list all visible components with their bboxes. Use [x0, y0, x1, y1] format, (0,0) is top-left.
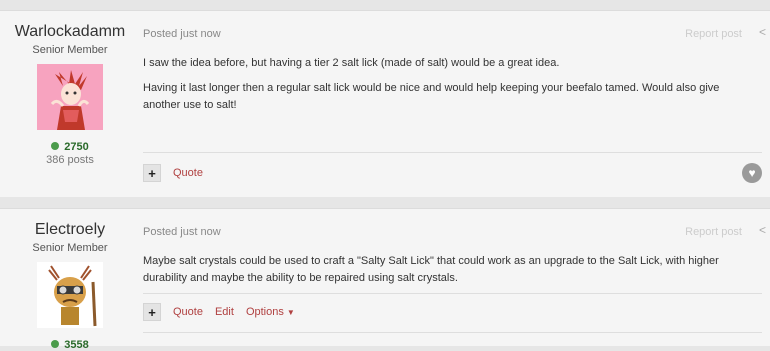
author-rank: Senior Member [32, 242, 108, 254]
post-timestamp[interactable]: Posted just now [143, 226, 770, 238]
multiquote-button[interactable]: + [143, 164, 161, 182]
reputation-value: 3558 [64, 339, 89, 351]
multiquote-button[interactable]: + [143, 303, 161, 321]
divider [143, 152, 762, 153]
options-label: Options [245, 306, 284, 318]
reputation-value: 2750 [64, 141, 89, 153]
post-controls: + Quote Edit Options ▼ [143, 303, 307, 321]
paragraph: Having it last longer then a regular sal… [143, 82, 720, 111]
plus-circle-icon [51, 340, 60, 348]
quote-button[interactable]: Quote [173, 306, 203, 318]
post-count: 386 posts [46, 154, 94, 166]
post-content: Posted just now Maybe salt crystals coul… [143, 209, 770, 295]
plus-circle-icon [51, 142, 60, 150]
share-icon[interactable]: < [759, 223, 766, 237]
divider [143, 293, 762, 294]
paragraph: I saw the idea before, but having a tier… [143, 57, 560, 69]
report-post-link[interactable]: Report post [685, 226, 742, 238]
share-icon[interactable]: < [759, 25, 766, 39]
post-2: Electroely Senior Member 3558 Posted jus… [0, 208, 770, 351]
avatar[interactable] [37, 262, 103, 328]
post-body: Maybe salt crystals could be used to cra… [143, 253, 753, 287]
paragraph: Maybe salt crystals could be used to cra… [143, 255, 719, 284]
quote-button[interactable]: Quote [173, 167, 203, 179]
avatar[interactable] [37, 64, 103, 130]
options-menu[interactable]: Options ▼ [246, 306, 295, 318]
reputation: 2750 [0, 141, 140, 153]
heart-icon[interactable]: ♥ [742, 163, 762, 183]
author-rank: Senior Member [32, 44, 108, 56]
post-timestamp[interactable]: Posted just now [143, 28, 770, 40]
edit-button[interactable]: Edit [215, 306, 234, 318]
reputation: 3558 [0, 339, 140, 351]
caret-down-icon: ▼ [286, 308, 295, 317]
author-name[interactable]: Electroely [0, 221, 140, 239]
divider [143, 332, 762, 333]
post-body: I saw the idea before, but having a tier… [143, 55, 753, 114]
post-1: Warlockadamm Senior Member 2750 386 post… [0, 10, 770, 197]
post-controls: + Quote [143, 164, 215, 182]
report-post-link[interactable]: Report post [685, 28, 742, 40]
post-content: Posted just now I saw the idea before, b… [143, 11, 770, 122]
author-panel: Electroely Senior Member 3558 [0, 209, 140, 351]
author-panel: Warlockadamm Senior Member 2750 386 post… [0, 11, 140, 166]
author-name[interactable]: Warlockadamm [0, 23, 140, 41]
